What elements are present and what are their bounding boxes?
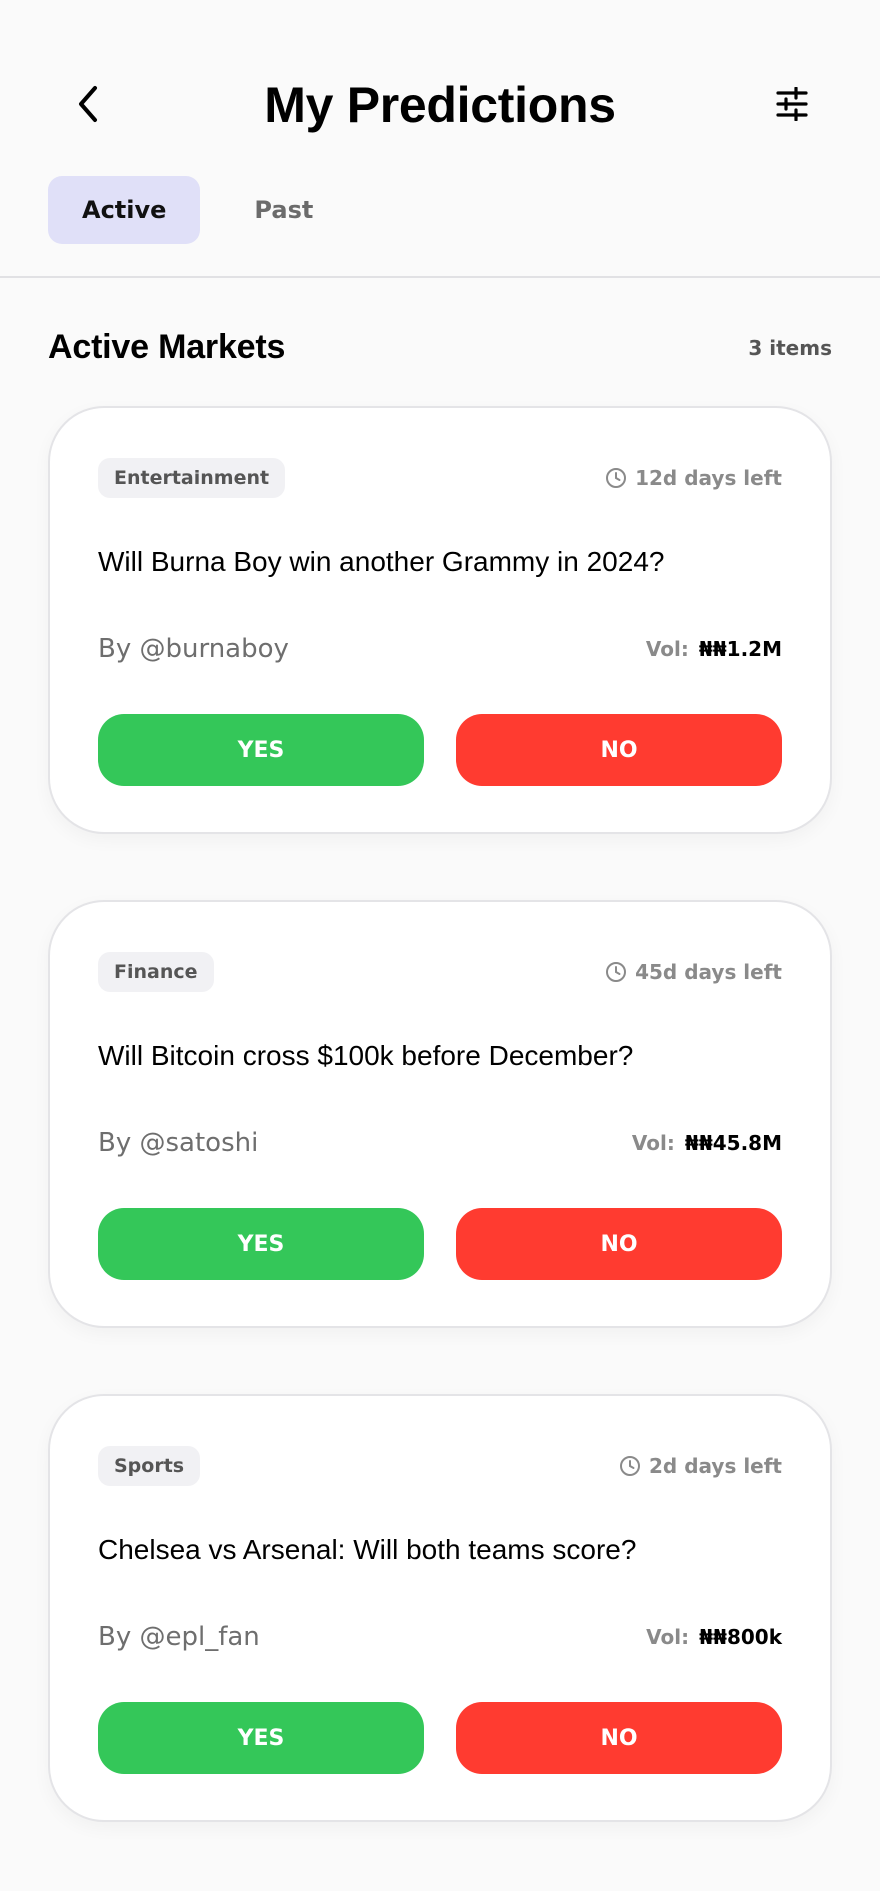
days-left-text: 12d days left bbox=[635, 466, 782, 490]
volume-label: Vol: bbox=[645, 637, 689, 661]
category-chip: Finance bbox=[98, 952, 214, 992]
volume-value: ₦₦45.8M bbox=[684, 1131, 782, 1155]
market-card[interactable]: Finance 45d days left Will Bitcoin cross… bbox=[48, 900, 832, 1328]
clock-icon bbox=[606, 468, 627, 488]
market-volume: Vol: ₦₦800k bbox=[646, 1625, 782, 1649]
clock-icon bbox=[620, 1456, 641, 1476]
section-header: Active Markets 3 items bbox=[48, 328, 832, 367]
tab-bar: Active Past bbox=[48, 176, 347, 244]
tab-active[interactable]: Active bbox=[48, 176, 201, 244]
volume-value: ₦₦1.2M bbox=[698, 637, 782, 661]
yes-button[interactable]: YES bbox=[98, 1702, 424, 1774]
days-left-text: 2d days left bbox=[649, 1454, 782, 1478]
filter-button[interactable] bbox=[768, 80, 816, 128]
volume-value: ₦₦800k bbox=[699, 1625, 782, 1649]
no-button[interactable]: NO bbox=[456, 1702, 782, 1774]
market-question: Will Bitcoin cross $100k before December… bbox=[98, 1040, 634, 1071]
volume-label: Vol: bbox=[646, 1625, 690, 1649]
no-button[interactable]: NO bbox=[456, 1208, 782, 1280]
days-left: 12d days left bbox=[605, 466, 782, 490]
section-title: Active Markets bbox=[48, 328, 286, 366]
days-left-text: 45d days left bbox=[635, 960, 782, 984]
market-author[interactable]: By @satoshi bbox=[98, 1128, 258, 1158]
market-card[interactable]: Entertainment 12d days left Will Burna B… bbox=[48, 406, 832, 834]
market-volume: Vol: ₦₦45.8M bbox=[632, 1131, 782, 1155]
category-chip: Sports bbox=[98, 1446, 201, 1486]
item-count: 3 items bbox=[748, 335, 832, 360]
yes-button[interactable]: YES bbox=[98, 1208, 424, 1280]
market-volume: Vol: ₦₦1.2M bbox=[646, 637, 782, 661]
no-button[interactable]: NO bbox=[456, 714, 782, 786]
volume-label: Vol: bbox=[631, 1131, 675, 1155]
page-title: My Predictions bbox=[264, 77, 616, 133]
clock-icon bbox=[606, 962, 627, 982]
market-question: Chelsea vs Arsenal: Will both teams scor… bbox=[98, 1534, 637, 1565]
category-chip: Entertainment bbox=[98, 458, 286, 498]
tab-past[interactable]: Past bbox=[220, 176, 347, 244]
market-question: Will Burna Boy win another Grammy in 202… bbox=[98, 546, 665, 577]
sliders-icon bbox=[776, 87, 808, 121]
app-header: My Predictions Active Past bbox=[0, 0, 880, 278]
market-card[interactable]: Sports 2d days left Chelsea vs Arsenal: … bbox=[48, 1394, 832, 1822]
days-left: 45d days left bbox=[605, 960, 782, 984]
yes-button[interactable]: YES bbox=[98, 714, 424, 786]
days-left: 2d days left bbox=[619, 1454, 782, 1478]
market-author[interactable]: By @burnaboy bbox=[98, 634, 289, 664]
market-author[interactable]: By @epl_fan bbox=[98, 1622, 260, 1652]
